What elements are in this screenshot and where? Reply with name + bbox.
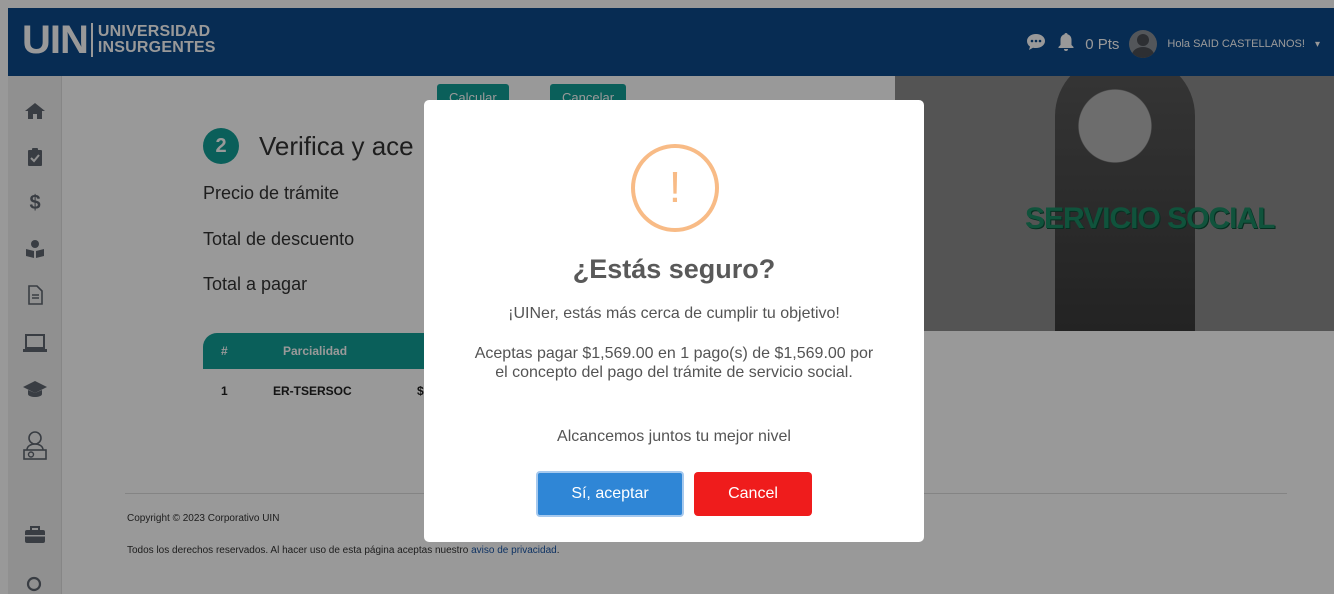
dialog-line-2: Aceptas pagar $1,569.00 en 1 pago(s) de …: [474, 345, 874, 381]
confirm-button[interactable]: Sí, aceptar: [536, 471, 684, 517]
dialog-line-1: ¡UINer, estás más cerca de cumplir tu ob…: [508, 305, 840, 322]
dialog-line-3: Alcancemos juntos tu mejor nivel: [557, 428, 791, 445]
cancel-button[interactable]: Cancel: [694, 472, 812, 516]
confirm-dialog: ! ¿Estás seguro? ¡UINer, estás más cerca…: [424, 100, 924, 542]
warning-icon: !: [631, 144, 719, 232]
dialog-title: ¿Estás seguro?: [572, 254, 776, 284]
